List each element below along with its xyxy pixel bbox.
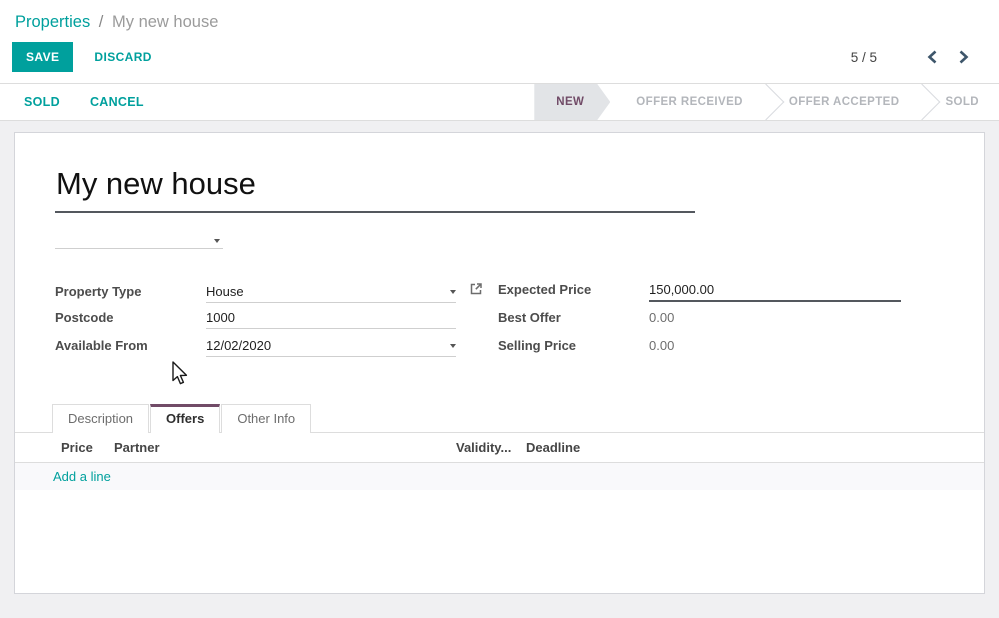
field-value: House [206,284,450,299]
breadcrumb-current: My new house [112,13,218,31]
breadcrumb: Properties / My new house [15,13,985,32]
breadcrumb-parent-link[interactable]: Properties [15,13,90,31]
cancel-action-button[interactable]: CANCEL [90,95,144,109]
offers-table: Price Partner Validity... Deadline Add a… [15,433,984,490]
form-sheet: My new house Property Type House Postc [14,132,985,594]
pager-next-button[interactable] [956,48,971,66]
expected-price-input[interactable]: 150,000.00 [649,282,901,302]
pager-value: 5 / 5 [851,50,877,65]
field-value: 0.00 [649,310,899,325]
statusbar: SOLD CANCEL NEW OFFER RECEIVED OFFER ACC… [0,84,999,121]
control-panel-buttons: SAVE DISCARD 5 / 5 [0,34,999,84]
pager-previous-button[interactable] [925,48,940,66]
field-value: 1000 [206,310,456,325]
column-header-deadline[interactable]: Deadline [526,440,984,455]
caret-down-icon [214,239,220,243]
available-from-date-input[interactable]: 12/02/2020 [206,338,456,357]
field-column-right: Expected Price 150,000.00 Best Offer 0.0… [498,282,944,366]
notebook: Description Offers Other Info Price Part… [15,403,984,490]
caret-down-icon [450,344,456,348]
caret-down-icon [450,290,456,294]
tab-strip: Description Offers Other Info [15,403,984,433]
tab-other-info[interactable]: Other Info [221,404,311,433]
pager: 5 / 5 [851,48,971,66]
postcode-input[interactable]: 1000 [206,310,456,329]
status-pipeline: NEW OFFER RECEIVED OFFER ACCEPTED SOLD [534,84,999,120]
field-value: 150,000.00 [649,282,901,297]
external-link-icon[interactable] [469,282,483,296]
tab-description[interactable]: Description [52,404,149,433]
field-label: Best Offer [498,310,649,325]
field-best-offer: Best Offer 0.00 [498,310,944,338]
selling-price-value: 0.00 [649,338,899,353]
field-label: Expected Price [498,282,649,297]
control-panel-top: Properties / My new house [0,0,999,34]
table-row: Add a line [15,463,984,490]
property-name-input[interactable]: My new house [55,163,695,213]
discard-button[interactable]: DISCARD [94,50,151,64]
column-header-price[interactable]: Price [61,440,114,455]
save-button[interactable]: SAVE [12,42,73,72]
status-step-offer-received[interactable]: OFFER RECEIVED [616,84,763,120]
status-step-new[interactable]: NEW [534,84,610,120]
field-property-type: Property Type House [55,282,498,310]
breadcrumb-separator: / [95,13,108,31]
field-group: Property Type House Postcode 1000 [55,282,944,366]
field-selling-price: Selling Price 0.00 [498,338,944,366]
field-label: Property Type [55,284,206,299]
tags-input[interactable] [55,228,223,249]
field-available-from: Available From 12/02/2020 [55,338,498,366]
field-postcode: Postcode 1000 [55,310,498,338]
status-step-offer-accepted[interactable]: OFFER ACCEPTED [769,84,920,120]
best-offer-value: 0.00 [649,310,899,325]
chevron-right-icon [958,50,969,64]
sold-action-button[interactable]: SOLD [24,95,60,109]
offers-table-header: Price Partner Validity... Deadline [15,433,984,463]
field-value: 0.00 [649,338,899,353]
tab-offers[interactable]: Offers [150,404,220,433]
field-column-left: Property Type House Postcode 1000 [55,282,498,366]
column-header-validity[interactable]: Validity... [456,440,526,455]
add-a-line-link[interactable]: Add a line [53,469,111,484]
column-header-partner[interactable]: Partner [114,440,456,455]
field-label: Available From [55,338,206,353]
field-label: Postcode [55,310,206,325]
form-view-background: My new house Property Type House Postc [0,121,999,618]
statusbar-action-buttons: SOLD CANCEL [0,84,174,120]
field-expected-price: Expected Price 150,000.00 [498,282,944,310]
property-type-select[interactable]: House [206,284,456,303]
chevron-left-icon [927,50,938,64]
field-value: 12/02/2020 [206,338,450,353]
field-label: Selling Price [498,338,649,353]
